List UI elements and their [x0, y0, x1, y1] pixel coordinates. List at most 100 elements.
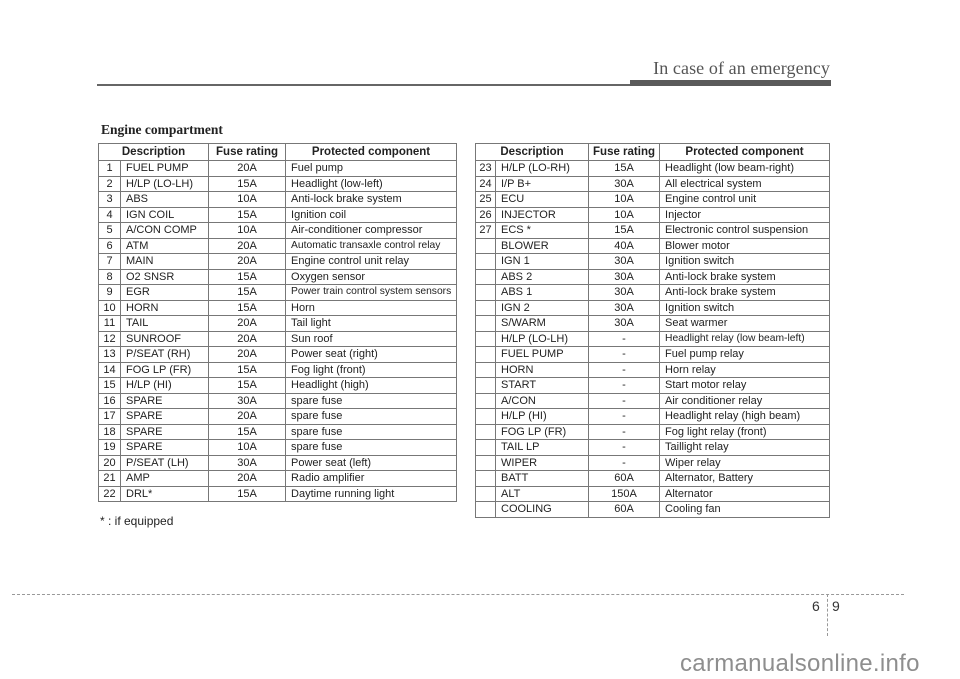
protected-component: Injector	[659, 206, 831, 223]
protected-component: Anti-lock brake system	[659, 284, 831, 301]
protected-component: Horn relay	[659, 361, 831, 378]
table-row: 8 O2 SNSR 15A Oxygen sensor	[98, 268, 458, 285]
protected-component: Alternator, Battery	[659, 470, 831, 487]
fuse-number	[475, 501, 496, 518]
fuse-description: HORN	[494, 361, 590, 378]
protected-component: Blower motor	[659, 237, 831, 254]
fuse-description: START	[494, 377, 590, 394]
fuse-rating: -	[588, 330, 661, 347]
fuse-description: H/LP (LO-LH)	[119, 175, 210, 192]
table-row: IGN 2 30A Ignition switch	[475, 299, 831, 316]
protected-component: Fog light relay (front)	[659, 423, 831, 440]
table-row: 3 ABS 10A Anti-lock brake system	[98, 191, 458, 208]
table-row: 13 P/SEAT (RH) 20A Power seat (right)	[98, 346, 458, 363]
fuse-description: EGR	[119, 284, 210, 301]
fuse-description: H/LP (HI)	[119, 377, 210, 394]
table-body: 1 FUEL PUMP 20A Fuel pump 2 H/LP (LO-LH) 15A He…	[98, 160, 458, 502]
fuse-number: 14	[98, 361, 121, 378]
table-row: COOLING 60A Cooling fan	[475, 501, 831, 518]
fuse-rating: 15A	[208, 485, 287, 502]
fuse-number	[475, 439, 496, 456]
fuse-description: FUEL PUMP	[494, 346, 590, 363]
header-accent-bar	[630, 80, 831, 86]
footer-page-separator	[827, 594, 828, 636]
fuse-description: ALT	[494, 485, 590, 502]
table-row: ABS 2 30A Anti-lock brake system	[475, 268, 831, 285]
protected-component: Headlight (high)	[285, 377, 458, 394]
protected-component: Alternator	[659, 485, 831, 502]
fuse-rating: 15A	[208, 268, 287, 285]
fuse-description: COOLING	[494, 501, 590, 518]
header-divider	[97, 84, 630, 86]
fuse-description: DRL*	[119, 485, 210, 502]
fuse-rating: 20A	[208, 160, 287, 177]
fuse-rating: 20A	[208, 237, 287, 254]
protected-component: Headlight relay (low beam-left)	[659, 330, 831, 347]
fuse-rating: 30A	[588, 175, 661, 192]
fuse-number	[475, 392, 496, 409]
fuse-description: ABS	[119, 191, 210, 208]
table-row: 10 HORN 15A Horn	[98, 299, 458, 316]
table-row: 26 INJECTOR 10A Injector	[475, 206, 831, 223]
fuse-number: 10	[98, 299, 121, 316]
table-row: 6 ATM 20A Automatic transaxle control relay	[98, 237, 458, 254]
fuse-table-left: Description Fuse rating Protected compon…	[97, 143, 458, 502]
table-row: H/LP (HI) - Headlight relay (high beam)	[475, 408, 831, 425]
fuse-rating: 15A	[208, 175, 287, 192]
fuse-description: AMP	[119, 470, 210, 487]
fuse-description: O2 SNSR	[119, 268, 210, 285]
table-row: 18 SPARE 15A spare fuse	[98, 423, 458, 440]
watermark: carmanualsonline.info	[680, 650, 920, 677]
fuse-description: SPARE	[119, 392, 210, 409]
table-row: 15 H/LP (HI) 15A Headlight (high)	[98, 377, 458, 394]
table-row: 21 AMP 20A Radio amplifier	[98, 470, 458, 487]
fuse-rating: 15A	[208, 361, 287, 378]
protected-component: Air-conditioner compressor	[285, 222, 458, 239]
fuse-rating: -	[588, 392, 661, 409]
column-header-description: Description	[474, 143, 590, 161]
fuse-rating: 30A	[208, 392, 287, 409]
column-header-fuse-rating: Fuse rating	[588, 143, 661, 161]
fuse-description: ECS *	[494, 222, 590, 239]
fuse-description: HORN	[119, 299, 210, 316]
fuse-description: TAIL LP	[494, 439, 590, 456]
protected-component: Daytime running light	[285, 485, 458, 502]
protected-component: Cooling fan	[659, 501, 831, 518]
fuse-number	[475, 253, 496, 270]
protected-component: Anti-lock brake system	[659, 268, 831, 285]
fuse-description: H/LP (LO-RH)	[494, 160, 590, 177]
fuse-number	[475, 454, 496, 471]
table-row: HORN - Horn relay	[475, 361, 831, 378]
table-row: BLOWER 40A Blower motor	[475, 237, 831, 254]
protected-component: Ignition switch	[659, 299, 831, 316]
fuse-rating: -	[588, 408, 661, 425]
fuse-number	[475, 330, 496, 347]
fuse-number	[475, 361, 496, 378]
fuse-rating: -	[588, 361, 661, 378]
fuse-number: 23	[475, 160, 496, 177]
protected-component: spare fuse	[285, 408, 458, 425]
fuse-rating: 15A	[208, 206, 287, 223]
fuse-number	[475, 315, 496, 332]
fuse-rating: 30A	[588, 284, 661, 301]
protected-component: spare fuse	[285, 423, 458, 440]
fuse-description: ABS 1	[494, 284, 590, 301]
protected-component: Headlight (low beam-right)	[659, 160, 831, 177]
fuse-rating: 10A	[208, 222, 287, 239]
fuse-rating: 15A	[208, 423, 287, 440]
protected-component: spare fuse	[285, 392, 458, 409]
fuse-rating: 10A	[588, 206, 661, 223]
protected-component: Air conditioner relay	[659, 392, 831, 409]
fuse-description: IGN 2	[494, 299, 590, 316]
table-row: ABS 1 30A Anti-lock brake system	[475, 284, 831, 301]
footnote: * : if equipped	[100, 514, 174, 528]
fuse-number: 13	[98, 346, 121, 363]
table-row: 24 I/P B+ 30A All electrical system	[475, 175, 831, 192]
protected-component: Power seat (right)	[285, 346, 458, 363]
table-row: WIPER - Wiper relay	[475, 454, 831, 471]
fuse-description: SPARE	[119, 423, 210, 440]
fuse-number	[475, 237, 496, 254]
protected-component: Anti-lock brake system	[285, 191, 458, 208]
protected-component: Engine control unit	[659, 191, 831, 208]
fuse-rating: 30A	[588, 253, 661, 270]
